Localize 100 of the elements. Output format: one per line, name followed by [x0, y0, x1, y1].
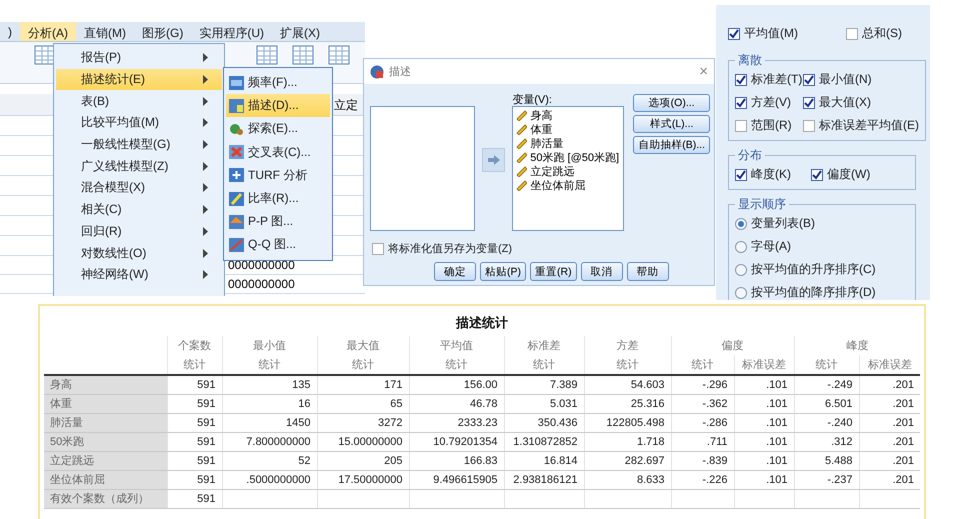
- table-cell: 122805.498: [584, 413, 671, 432]
- checkbox[interactable]: [372, 242, 384, 254]
- checkbox[interactable]: [803, 120, 815, 132]
- radio-button[interactable]: [735, 218, 747, 230]
- column-header: 统计: [671, 355, 734, 375]
- variable-item[interactable]: 50米跑 [@50米跑]: [516, 151, 620, 164]
- checkbox[interactable]: [735, 120, 747, 132]
- table-cell: 166.83: [409, 451, 504, 470]
- dialog-button[interactable]: 重置(R): [530, 262, 577, 281]
- ruler-icon: [516, 110, 528, 121]
- variable-item[interactable]: 体重: [516, 123, 620, 136]
- menu-item[interactable]: Q-Q 图...: [226, 233, 330, 256]
- table-cell: 2.938186121: [504, 470, 584, 489]
- table-icon[interactable]: [256, 45, 278, 65]
- table-cell: .201: [859, 375, 920, 394]
- table-cell: 591: [167, 394, 222, 413]
- dialog-button[interactable]: 确定: [434, 262, 476, 281]
- variables-list[interactable]: 身高 体重 肺活量 50米跑 [@50米跑] 立定跳远 坐位体前屈: [512, 106, 624, 231]
- submenu-arrow-icon: [203, 226, 208, 236]
- source-list[interactable]: [370, 106, 475, 231]
- menu-item[interactable]: 混合模型(X): [56, 177, 222, 199]
- close-button[interactable]: ×: [699, 63, 708, 80]
- radio-button[interactable]: [735, 240, 747, 252]
- menu-bar-item[interactable]: 分析(A): [20, 22, 76, 41]
- checkbox[interactable]: [735, 96, 747, 108]
- option-button[interactable]: 选项(O)...: [633, 94, 710, 112]
- option-button[interactable]: 自助抽样(B)...: [633, 136, 710, 154]
- radio-button[interactable]: [735, 286, 747, 298]
- menu-item[interactable]: 交叉表(C)...: [226, 140, 330, 164]
- checkbox[interactable]: [811, 168, 823, 180]
- table-cell: 46.78: [409, 394, 504, 413]
- menu-bar-item[interactable]: 扩展(X): [272, 22, 328, 41]
- menu-item[interactable]: 一般线性模型(G): [56, 134, 222, 156]
- menu-item[interactable]: 广义线性模型(Z): [56, 155, 222, 178]
- menu-item[interactable]: 神经网络(W): [56, 264, 222, 286]
- dialog-button[interactable]: 粘贴(P): [480, 262, 526, 281]
- checkbox[interactable]: [803, 74, 815, 86]
- menu-item[interactable]: 频率(F)...: [226, 71, 330, 94]
- menu-bar-item[interactable]: 实用程序(U): [191, 22, 272, 41]
- column-header: 统计: [317, 355, 409, 375]
- grid-cell-text: 0000000000: [228, 257, 295, 274]
- menu-item[interactable]: TURF 分析: [226, 164, 330, 187]
- menu-item[interactable]: 描述(D)...: [226, 94, 330, 118]
- arrow-icon: [488, 154, 500, 164]
- menu-item[interactable]: 比较平均值(M): [56, 112, 222, 134]
- table-cell: .101: [734, 451, 794, 470]
- dialog-title: 描述: [389, 65, 412, 79]
- menu-item[interactable]: 对数线性(O): [56, 242, 222, 264]
- checkbox[interactable]: [846, 28, 858, 40]
- menu-item[interactable]: 相关(C): [56, 198, 222, 220]
- fraction-icon: [229, 192, 244, 206]
- menu-item[interactable]: 表(B): [56, 90, 222, 112]
- checkbox-label: 标准误差平均值(E): [819, 117, 919, 134]
- dialog-button[interactable]: 取消: [580, 262, 623, 281]
- variable-item[interactable]: 立定跳远: [516, 165, 620, 178]
- table-cell: .201: [859, 451, 920, 470]
- table-cell: .101: [734, 432, 794, 451]
- checkbox[interactable]: [735, 74, 747, 86]
- table-icon[interactable]: [34, 45, 56, 65]
- table-icon[interactable]: [292, 45, 314, 65]
- menu-item[interactable]: 探索(E)...: [226, 117, 330, 141]
- checkbox-label: 总和(S): [862, 25, 902, 42]
- menu-bar-item[interactable]: 直销(M): [76, 22, 134, 41]
- checkbox[interactable]: [803, 96, 815, 108]
- table-title: 描述统计: [454, 314, 509, 332]
- row-header: 有效个案数（成列）: [44, 489, 167, 508]
- variable-item[interactable]: 身高: [516, 109, 620, 122]
- variable-item[interactable]: 坐位体前屈: [516, 179, 620, 192]
- option-button[interactable]: 样式(L)...: [633, 115, 710, 133]
- menu-bar-item[interactable]: 图形(G): [134, 22, 192, 41]
- menu-item[interactable]: 描述统计(E): [56, 68, 222, 90]
- table-cell: 10.79201354: [409, 432, 504, 451]
- column-header: 统计: [504, 355, 584, 375]
- column-group-header: 最大值: [317, 336, 409, 355]
- table-cell: -.296: [671, 375, 734, 394]
- menu-item[interactable]: 比率(R)...: [226, 186, 330, 210]
- checkbox[interactable]: [728, 28, 740, 40]
- checkbox-label: 范围(R): [751, 117, 792, 134]
- dialog-button[interactable]: 帮助: [626, 262, 669, 281]
- column-group-header: 偏度: [671, 336, 794, 355]
- column-header: 统计: [222, 355, 317, 375]
- table-icon[interactable]: [328, 45, 350, 65]
- table-cell: 1450: [222, 413, 317, 432]
- menu-item[interactable]: P-P 图...: [226, 210, 330, 234]
- table-cell: 25.316: [584, 394, 671, 413]
- variable-item[interactable]: 肺活量: [516, 137, 620, 150]
- table-cell: 9.496615905: [409, 470, 504, 489]
- table-cell: -.226: [671, 470, 734, 489]
- menu-bar-item[interactable]: ): [0, 22, 20, 41]
- table-cell: 135: [222, 375, 317, 394]
- row-header: 体重: [44, 394, 167, 413]
- move-button[interactable]: [482, 148, 506, 172]
- explore-icon: [229, 122, 244, 136]
- table-cell: 7.389: [504, 375, 584, 394]
- radio-label: 按平均值的升序排序(C): [751, 261, 876, 278]
- checkbox-label: 最大值(X): [819, 94, 871, 111]
- checkbox[interactable]: [735, 168, 747, 180]
- radio-button[interactable]: [735, 264, 747, 276]
- menu-item[interactable]: 回归(R): [56, 220, 222, 242]
- column-header: 标准误差: [734, 355, 794, 375]
